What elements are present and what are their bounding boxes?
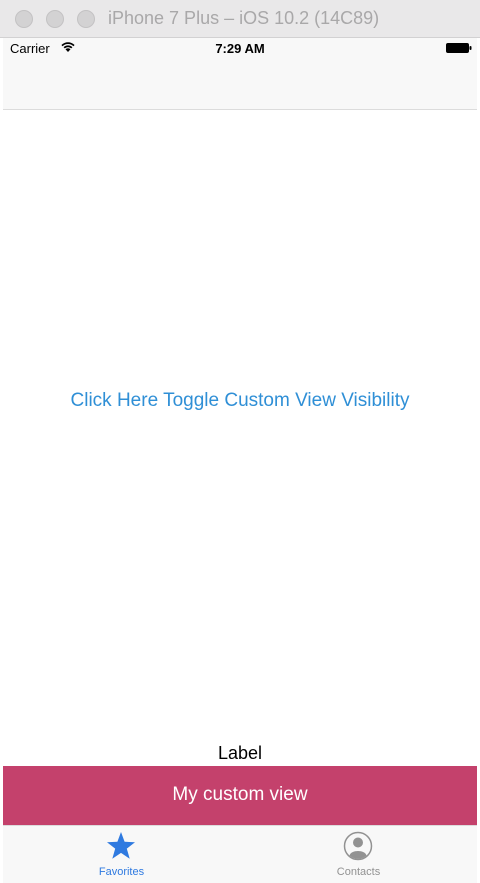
main-content: Click Here Toggle Custom View Visibility…: [3, 110, 477, 765]
simulator-window: iPhone 7 Plus – iOS 10.2 (14C89) Carrier…: [0, 0, 480, 883]
window-titlebar: iPhone 7 Plus – iOS 10.2 (14C89): [0, 0, 480, 38]
custom-view-label: My custom view: [172, 784, 308, 805]
window-title: iPhone 7 Plus – iOS 10.2 (14C89): [108, 8, 380, 28]
minimize-window-button[interactable]: [46, 10, 64, 28]
toggle-custom-view-button[interactable]: Click Here Toggle Custom View Visibility: [3, 390, 477, 412]
device-screen: Carrier 7:29 AM Click Here Toggle Custom…: [3, 38, 477, 883]
status-time: 7:29 AM: [215, 41, 265, 56]
star-icon: [107, 832, 135, 859]
navigation-bar: [3, 60, 477, 110]
tab-favorites-label: Favorites: [98, 866, 145, 878]
status-bar: Carrier 7:29 AM: [3, 38, 477, 60]
tab-contacts[interactable]: Contacts: [240, 826, 477, 883]
tab-contacts-label: Contacts: [336, 866, 381, 878]
custom-view: My custom view: [3, 766, 477, 825]
battery-icon: [446, 43, 472, 53]
tab-favorites[interactable]: Favorites: [3, 826, 240, 883]
tab-bar: Favorites Contacts: [3, 825, 477, 883]
label-text: Label: [217, 743, 263, 763]
contact-icon: [343, 831, 373, 861]
zoom-window-button[interactable]: [77, 10, 95, 28]
close-window-button[interactable]: [15, 10, 33, 28]
